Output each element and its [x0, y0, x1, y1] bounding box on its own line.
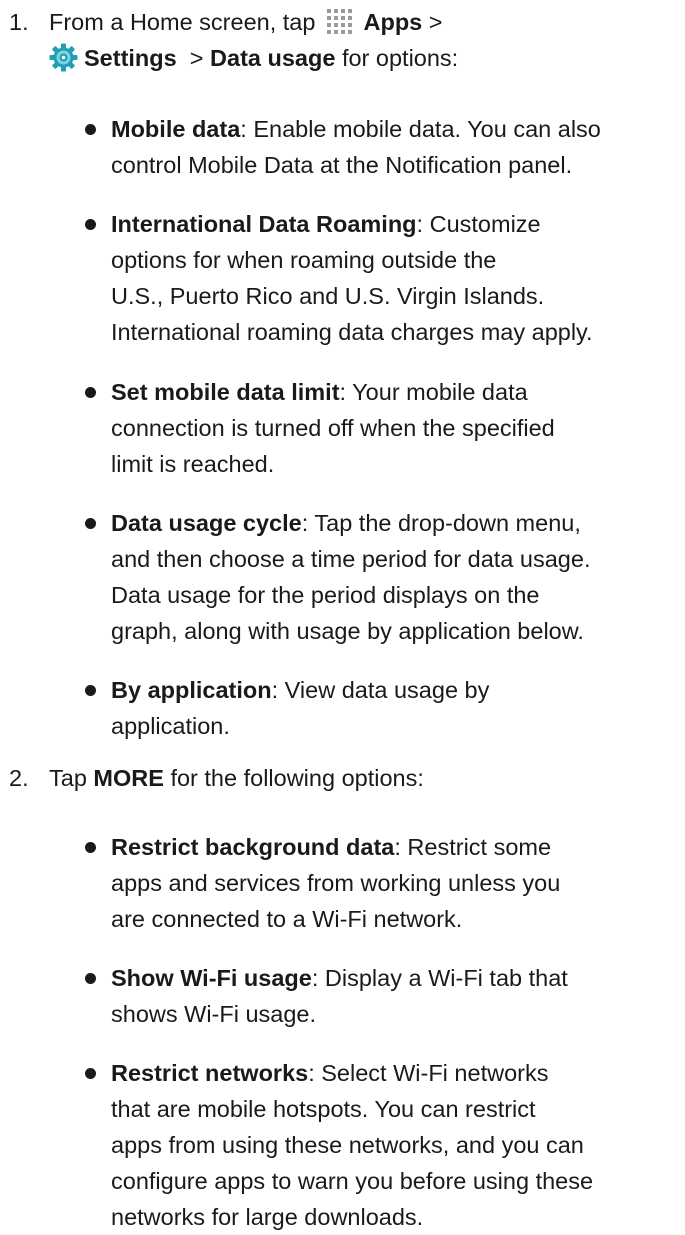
option-text-line: configure apps to warn you before using …: [111, 1168, 594, 1194]
option-term: Restrict background data: [111, 834, 395, 860]
bullet-icon: [85, 387, 96, 398]
option-text-line: that are mobile hotspots. You can restri…: [111, 1096, 536, 1122]
option-term: Restrict networks: [111, 1060, 309, 1086]
list-item-text: International Data Roaming: Customize op…: [111, 206, 683, 350]
more-label: MORE: [93, 765, 164, 791]
step-2-prefix: Tap: [49, 765, 94, 791]
option-term: Mobile data: [111, 116, 241, 142]
step-2-line: Tap MORE for the following options:: [49, 760, 681, 796]
option-text-line: : Tap the drop-down menu,: [301, 510, 581, 536]
step-1-prefix: From a Home screen, tap: [49, 9, 316, 35]
apps-grid-icon: [326, 8, 353, 35]
option-text-line: networks for large downloads.: [111, 1204, 424, 1230]
option-text-line: limit is reached.: [111, 451, 275, 477]
step-1-line-1: From a Home screen, tap Apps >: [49, 4, 681, 40]
option-text-line: control Mobile Data at the Notification …: [111, 152, 573, 178]
data-usage-label: Data usage: [210, 45, 336, 71]
option-text-line: : Enable mobile data. You can also: [240, 116, 601, 142]
option-text-line: International roaming data charges may a…: [111, 319, 593, 345]
list-item-text: Data usage cycle: Tap the drop-down menu…: [111, 505, 683, 649]
settings-label: Settings: [84, 45, 177, 71]
option-text-line: : View data usage by: [271, 677, 490, 703]
option-term: Set mobile data limit: [111, 379, 340, 405]
option-term: Show Wi-Fi usage: [111, 965, 312, 991]
step-1-line-2-suffix: for options:: [335, 45, 459, 71]
option-text-line: : Restrict some: [394, 834, 552, 860]
option-term: By application: [111, 677, 272, 703]
option-text-line: apps and services from working unless yo…: [111, 870, 561, 896]
bullet-icon: [85, 518, 96, 529]
option-text-line: : Your mobile data: [339, 379, 528, 405]
bullet-icon: [85, 219, 96, 230]
list-item-text: Mobile data: Enable mobile data. You can…: [111, 111, 683, 183]
list-item-text: By application: View data usage by appli…: [111, 672, 683, 744]
bullet-icon: [85, 973, 96, 984]
bullet-icon: [85, 1068, 96, 1079]
apps-label: Apps: [363, 9, 423, 35]
option-text-line: : Select Wi-Fi networks: [308, 1060, 549, 1086]
list-item-text: Restrict background data: Restrict some …: [111, 829, 683, 937]
list-item-text: Set mobile data limit: Your mobile data …: [111, 374, 683, 482]
option-text-line: options for when roaming outside the: [111, 247, 497, 273]
settings-gear-icon: [49, 43, 78, 72]
option-term: Data usage cycle: [111, 510, 302, 536]
option-text-line: : Display a Wi-Fi tab that: [311, 965, 568, 991]
step-1-line-1-suffix: >: [422, 9, 443, 35]
option-text-line: and then choose a time period for data u…: [111, 546, 591, 572]
option-text-line: application.: [111, 713, 230, 739]
list-item-text: Show Wi-Fi usage: Display a Wi-Fi tab th…: [111, 960, 683, 1032]
bullet-icon: [85, 685, 96, 696]
step-1-line-2-mid: >: [176, 45, 211, 71]
step-2-suffix: for the following options:: [163, 765, 424, 791]
option-text-line: apps from using these networks, and you …: [111, 1132, 584, 1158]
option-text-line: graph, along with usage by application b…: [111, 618, 584, 644]
option-text-line: Data usage for the period displays on th…: [111, 582, 540, 608]
bullet-icon: [85, 842, 96, 853]
option-text-line: connection is turned off when the specif…: [111, 415, 555, 441]
step-number: 2.: [9, 765, 29, 791]
list-item-text: Restrict networks: Select Wi-Fi networks…: [111, 1055, 683, 1235]
instruction-page: 1. From a Home screen, tap Apps > Settin…: [0, 0, 685, 1230]
option-text-line: : Customize: [416, 211, 541, 237]
option-term: International Data Roaming: [111, 211, 417, 237]
option-text-line: are connected to a Wi-Fi network.: [111, 906, 463, 932]
option-text-line: U.S., Puerto Rico and U.S. Virgin Island…: [111, 283, 545, 309]
step-number: 1.: [9, 9, 29, 35]
step-1-line-2: Settings > Data usage for options:: [49, 40, 681, 76]
option-text-line: shows Wi-Fi usage.: [111, 1001, 317, 1027]
bullet-icon: [85, 124, 96, 135]
